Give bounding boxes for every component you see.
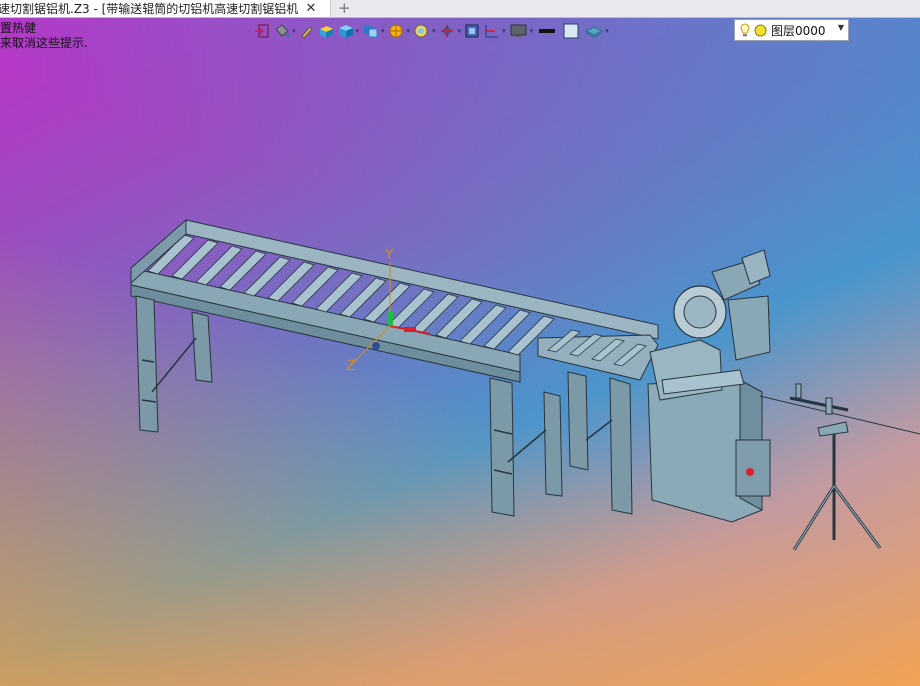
axis-button[interactable]: ▾ (439, 21, 462, 41)
solid-view-button[interactable]: ▾ (337, 21, 360, 41)
pen-button[interactable] (299, 21, 315, 41)
paint-button[interactable]: ▾ (273, 21, 296, 41)
exit-icon (255, 24, 269, 38)
layout-button[interactable]: ▾ (483, 21, 506, 41)
layout-icon (485, 25, 499, 38)
hint-line-1: 置热健 (0, 21, 37, 35)
view-toolbar: ▾ ▾ ▾ ▾ ▾ ▾ ▾ ▾ ▾ (254, 20, 612, 42)
view-icon (414, 24, 428, 38)
model-scene: Y Z (130, 218, 920, 551)
chevron-down-icon: ▾ (605, 27, 609, 35)
line-black-icon (539, 29, 556, 33)
monitor-icon (510, 24, 527, 37)
layer-color-icon (754, 24, 767, 36)
bucket-icon (275, 24, 290, 37)
square-icon (563, 23, 579, 39)
render-icon (389, 24, 403, 38)
box-color-icon (319, 26, 333, 38)
main-conveyor[interactable] (130, 218, 659, 517)
render-button[interactable]: ▾ (388, 21, 411, 41)
chevron-down-icon: ▾ (406, 27, 411, 35)
hint-line-2: 来取消这些提示. (0, 36, 88, 50)
chevron-down-icon: ▾ (292, 27, 296, 35)
pen-icon (300, 26, 313, 39)
swap-view-button[interactable]: ▾ (362, 21, 385, 41)
axis-y-label: Y (384, 247, 394, 263)
cube-swap-icon (364, 26, 378, 38)
chevron-down-icon: ▾ (529, 27, 534, 35)
chevron-down-icon: ▾ (457, 27, 462, 35)
chevron-down-icon: ▼ (837, 23, 844, 32)
layer-name: 图层0000 (771, 23, 826, 38)
cutting-saw[interactable] (647, 249, 771, 523)
chevron-down-icon: ▾ (502, 27, 506, 35)
layer-manager-button[interactable]: ▾ (584, 21, 609, 41)
frame-icon (465, 24, 479, 38)
layer-select[interactable]: 图层0000 ▼ (734, 19, 849, 41)
axis-icon (440, 25, 453, 37)
view-button[interactable]: ▾ (413, 21, 436, 41)
axis-z-label: Z (346, 358, 356, 374)
line-style-button[interactable] (536, 21, 558, 41)
chevron-down-icon: ▾ (432, 27, 436, 35)
monitor-button[interactable]: ▾ (509, 21, 534, 41)
face-color-button[interactable] (318, 21, 334, 41)
cube-icon (338, 25, 353, 38)
material-stand[interactable] (759, 383, 920, 551)
lightbulb-icon (740, 22, 750, 36)
chevron-down-icon: ▾ (381, 27, 385, 35)
hotkey-hint: 置热健 来取消这些提示. (0, 21, 88, 51)
layers-stack-icon (585, 26, 604, 38)
exit-button[interactable] (254, 21, 270, 41)
fill-color-button[interactable] (561, 21, 581, 41)
chevron-down-icon: ▾ (355, 27, 360, 35)
frame-button[interactable] (464, 21, 480, 41)
